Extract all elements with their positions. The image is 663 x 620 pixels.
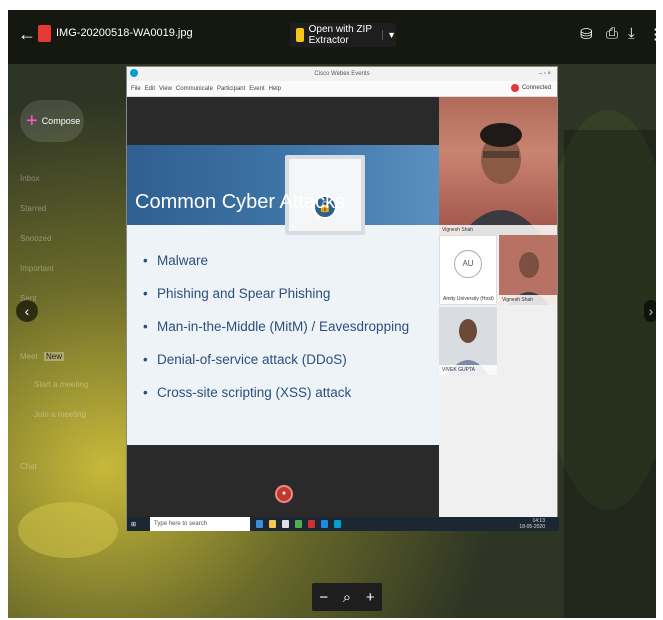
gmail-sidebar-background: + Compose Inbox Starred Snoozed Importan… <box>8 64 128 618</box>
image-file-icon <box>38 25 51 42</box>
bullet-text: Man-in-the-Middle (MitM) / Eavesdropping <box>157 319 410 334</box>
menu-help[interactable]: Help <box>269 86 281 92</box>
thumb-video: Vignesh Shah <box>499 235 557 305</box>
sidebar-item-important: Important <box>20 264 54 273</box>
plus-icon: + <box>26 109 38 132</box>
webex-window: Cisco Webex Events – ▫ × File Edit View … <box>126 66 559 531</box>
join-meeting-item: Join a meeting <box>34 410 87 419</box>
menu-edit[interactable]: Edit <box>145 86 155 92</box>
connection-icon <box>510 84 519 92</box>
recording-button[interactable]: ● <box>275 485 293 503</box>
menu-file[interactable]: File <box>131 86 141 92</box>
webex-title: Cisco Webex Events <box>314 71 370 77</box>
third-name-label: VIVEK GUPTA <box>439 365 497 375</box>
print-icon[interactable]: ⎙ <box>606 25 618 42</box>
zoom-icon[interactable]: ⌕ <box>343 589 351 606</box>
sidebar-item-snoozed: Snoozed <box>20 234 52 243</box>
sidebar-item-inbox: Inbox <box>20 174 40 183</box>
zoom-out-button[interactable]: − <box>319 589 328 606</box>
zoom-in-button[interactable]: + <box>366 589 375 606</box>
connection-status: Connected <box>510 84 551 92</box>
bullet-list: • Malware • Phishing and Spear Phishing • M… <box>143 253 409 418</box>
clock-date: 18-05-2020 <box>519 524 545 530</box>
zoom-controls: − ⌕ + <box>312 583 382 611</box>
windows-taskbar: ⊞ Type here to search 14:13 18-05-2020 <box>127 517 559 531</box>
presentation-slide: 🔒 Common Cyber Attacks • Malware • Phishin… <box>127 145 439 445</box>
edge-icon[interactable] <box>256 520 264 528</box>
chevron-down-icon[interactable]: ▼ <box>382 30 396 40</box>
more-icon[interactable]: ⋮ <box>648 25 656 43</box>
au-name-label: Amity University (Host) <box>440 294 496 304</box>
third-video: VIVEK GUPTA <box>439 307 497 375</box>
bullet-item: • Malware <box>143 253 209 268</box>
webex-taskbar-icon[interactable] <box>334 520 342 528</box>
webex-menubar: File Edit View Communicate Participant E… <box>127 81 557 97</box>
bullet-item: • Cross-site scripting (XSS) attack <box>143 385 352 400</box>
bullet-text: Cross-site scripting (XSS) attack <box>157 385 352 400</box>
back-arrow-icon[interactable]: ← <box>18 24 36 45</box>
image-viewer: ← IMG-20200518-WA0019.jpg Open with ZIP … <box>8 10 656 618</box>
zip-extractor-icon <box>296 28 304 42</box>
compose-label: Compose <box>41 116 81 126</box>
window-controls[interactable]: – ▫ × <box>539 67 551 81</box>
store-icon[interactable] <box>282 520 290 528</box>
participant-panel: Vignesh Shah AU Amity University (Host) … <box>439 97 557 517</box>
chrome-icon[interactable] <box>295 520 303 528</box>
webex-titlebar: Cisco Webex Events – ▫ × <box>127 67 557 81</box>
taskbar-clock: 14:13 18-05-2020 <box>519 518 545 530</box>
open-with-label: Open with ZIP Extractor <box>308 24 372 46</box>
start-meeting-item: Start a meeting <box>34 380 89 389</box>
viewer-toolbar: ← IMG-20200518-WA0019.jpg Open with ZIP … <box>8 10 656 64</box>
slide-title: Common Cyber Attacks <box>135 191 346 213</box>
bullet-item: • Phishing and Spear Phishing <box>143 286 331 301</box>
menu-communicate[interactable]: Communicate <box>176 86 213 92</box>
bullet-text: Phishing and Spear Phishing <box>157 286 331 301</box>
download-icon[interactable]: ⤓ <box>628 25 635 42</box>
previous-image-button[interactable]: ‹ <box>16 300 38 322</box>
bullet-text: Denial-of-service attack (DDoS) <box>157 352 347 367</box>
host-name-label: Vignesh Shah <box>439 225 557 235</box>
host-person-image <box>461 123 541 235</box>
au-avatar: AU <box>454 250 482 278</box>
menu-participant[interactable]: Participant <box>217 86 245 92</box>
bullet-text: Malware <box>157 253 209 268</box>
connection-label: Connected <box>521 85 551 91</box>
file-name: IMG-20200518-WA0019.jpg <box>56 27 193 39</box>
thumb-name-label: Vignesh Shah <box>499 295 557 305</box>
chat-heading: Chat <box>20 462 37 471</box>
amity-tile: AU Amity University (Host) <box>439 235 497 305</box>
menu-view[interactable]: View <box>159 86 172 92</box>
taskbar-search-box[interactable]: Type here to search <box>150 517 251 531</box>
sidebar-item-starred: Starred <box>20 204 47 213</box>
shared-content-area: 🔒 Common Cyber Attacks • Malware • Phishin… <box>127 97 439 517</box>
powerpoint-icon[interactable] <box>308 520 316 528</box>
meet-new-badge: New <box>44 352 65 361</box>
menu-event[interactable]: Event <box>249 86 264 92</box>
word-icon[interactable] <box>321 520 329 528</box>
add-to-drive-icon[interactable]: ⛁ <box>580 25 593 43</box>
windows-start-icon[interactable]: ⊞ <box>131 521 136 528</box>
bullet-item: • Denial-of-service attack (DDoS) <box>143 352 347 367</box>
folder-icon[interactable] <box>269 520 277 528</box>
host-video: Vignesh Shah <box>439 97 557 235</box>
compose-button: + Compose <box>20 100 84 142</box>
bullet-item: • Man-in-the-Middle (MitM) / Eavesdroppin… <box>143 319 410 334</box>
gmail-right-pane <box>564 130 656 618</box>
open-with-button[interactable]: Open with ZIP Extractor ▼ <box>290 23 396 47</box>
meet-heading: Meet <box>20 352 38 361</box>
webex-logo-icon <box>130 69 138 77</box>
